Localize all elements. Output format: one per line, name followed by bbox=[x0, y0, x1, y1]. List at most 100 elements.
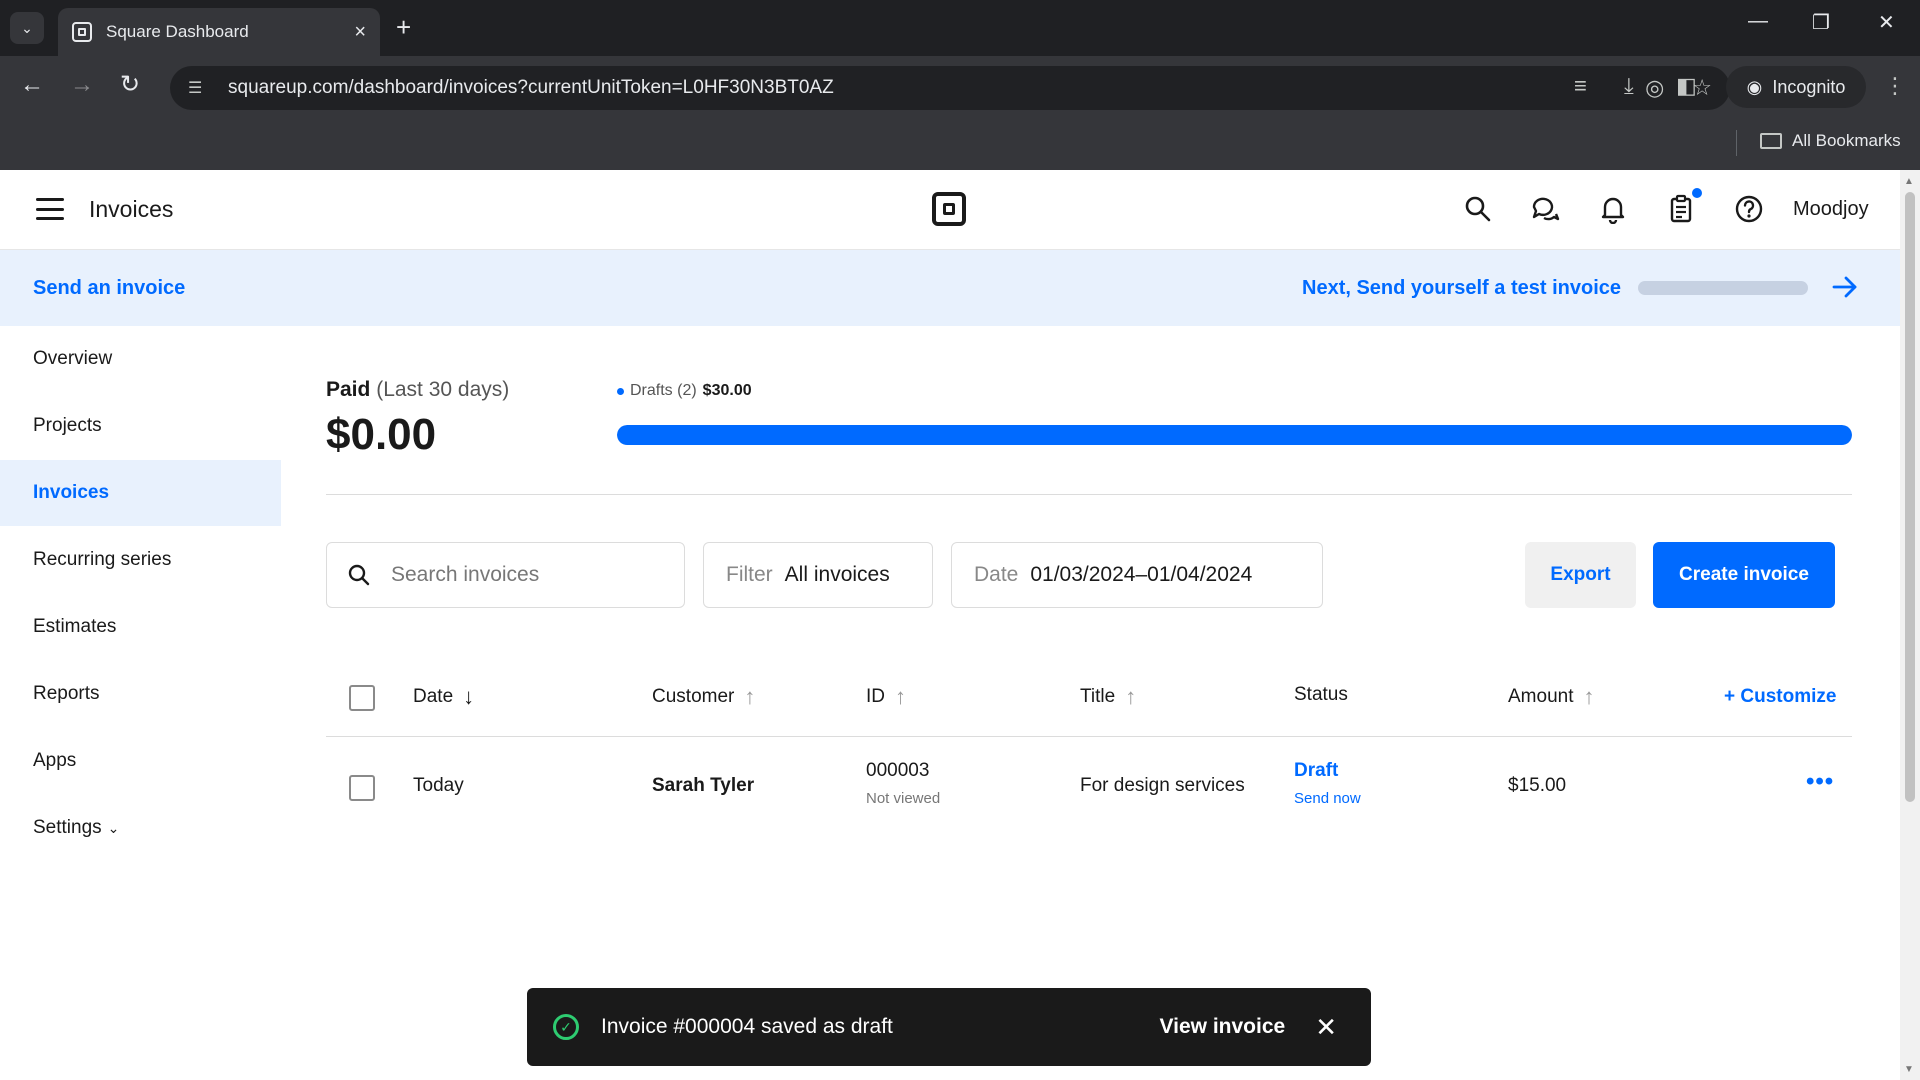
search-input[interactable] bbox=[391, 563, 671, 587]
row-amount: $15.00 bbox=[1508, 775, 1567, 796]
arrow-right-icon[interactable] bbox=[1830, 272, 1860, 302]
sidebar-item-estimates[interactable]: Estimates bbox=[0, 594, 281, 660]
sidebar-item-projects[interactable]: Projects bbox=[0, 393, 281, 459]
back-arrow-icon[interactable]: ← bbox=[20, 70, 44, 100]
send-now-link[interactable]: Send now bbox=[1294, 790, 1361, 807]
column-header-label: Status bbox=[1294, 684, 1348, 705]
send-invoice-link[interactable]: Send an invoice bbox=[33, 277, 185, 300]
row-date: Today bbox=[413, 775, 464, 796]
summary-divider bbox=[326, 494, 1852, 495]
column-header-label: Amount bbox=[1508, 686, 1574, 707]
scrollbar-thumb[interactable] bbox=[1905, 192, 1915, 802]
restore-icon[interactable]: ❐ bbox=[1812, 10, 1830, 35]
minimize-icon[interactable]: — bbox=[1748, 10, 1768, 33]
sort-arrow-up-icon: ↑ bbox=[1583, 684, 1595, 709]
row-status-badge[interactable]: Draft bbox=[1294, 760, 1338, 782]
filter-value: All invoices bbox=[784, 563, 890, 586]
forward-arrow-icon[interactable]: → bbox=[70, 70, 94, 100]
media-controls-icon[interactable]: ≡ bbox=[1574, 72, 1587, 100]
drafts-progress-track bbox=[617, 425, 1852, 445]
row-customer: Sarah Tyler bbox=[652, 775, 755, 796]
sidebar-item-label: Reports bbox=[33, 683, 100, 704]
sidebar-item-invoices[interactable]: Invoices bbox=[0, 460, 281, 526]
tab-search-chevron-icon[interactable]: ⌄ bbox=[10, 12, 44, 44]
column-header-title[interactable]: Title ↑ bbox=[1080, 684, 1136, 710]
clipboard-icon[interactable] bbox=[1666, 194, 1696, 224]
column-header-label: Date bbox=[413, 686, 454, 707]
sidebar-item-overview[interactable]: Overview bbox=[0, 326, 281, 392]
page-scrollbar[interactable]: ▲ ▼ bbox=[1900, 170, 1920, 1080]
column-header-label: ID bbox=[866, 686, 885, 707]
square-favicon-icon bbox=[72, 22, 92, 42]
scroll-up-icon[interactable]: ▲ bbox=[1904, 176, 1914, 187]
all-bookmarks[interactable]: All Bookmarks bbox=[1760, 131, 1901, 151]
onboarding-banner: Send an invoice Next, Send yourself a te… bbox=[0, 250, 1900, 326]
drafts-legend: Drafts (2) $30.00 bbox=[617, 382, 752, 400]
sort-arrow-up-icon: ↑ bbox=[1125, 684, 1137, 709]
incognito-label: Incognito bbox=[1772, 76, 1846, 97]
row-title: For design services bbox=[1080, 775, 1245, 796]
drafts-amount: $30.00 bbox=[702, 382, 752, 399]
bookmarks-separator bbox=[1736, 130, 1737, 156]
browser-tab-strip: ⌄ Square Dashboard × + — ❐ ✕ bbox=[0, 0, 1920, 56]
filter-dropdown[interactable]: Filter All invoices bbox=[703, 542, 933, 608]
sort-arrow-up-icon: ↑ bbox=[895, 684, 906, 709]
date-range-picker[interactable]: Date 01/03/2024–01/04/2024 bbox=[951, 542, 1323, 608]
window-close-icon[interactable]: ✕ bbox=[1878, 10, 1895, 35]
eye-off-icon[interactable]: ◎ bbox=[1645, 75, 1664, 101]
drafts-legend-dot bbox=[617, 387, 624, 395]
tab-close-icon[interactable]: × bbox=[354, 21, 366, 44]
hamburger-menu-icon[interactable] bbox=[36, 198, 64, 220]
view-invoice-button[interactable]: View invoice bbox=[1160, 1015, 1286, 1039]
column-header-status: Status bbox=[1294, 684, 1348, 706]
browser-menu-icon[interactable]: ⋮ bbox=[1884, 72, 1906, 100]
column-header-customer[interactable]: Customer ↑ bbox=[652, 684, 755, 710]
row-invoice-id: 000003 bbox=[866, 760, 930, 781]
sidebar-item-label: Recurring series bbox=[33, 549, 172, 570]
column-header-amount[interactable]: Amount ↑ bbox=[1508, 684, 1594, 710]
row-more-actions-icon[interactable]: ••• bbox=[1806, 768, 1834, 796]
account-name[interactable]: Moodjoy bbox=[1793, 198, 1869, 221]
sidebar-item-recurring-series[interactable]: Recurring series bbox=[0, 527, 281, 593]
search-icon[interactable] bbox=[1463, 194, 1493, 224]
browser-toolbar: ← → ↻ ☰ squareup.com/dashboard/invoices?… bbox=[0, 56, 1920, 118]
address-bar[interactable]: ☰ squareup.com/dashboard/invoices?curren… bbox=[170, 66, 1730, 110]
app-header: Invoices Moodjoy bbox=[0, 170, 1900, 250]
toast-notification: ✓ Invoice #000004 saved as draft View in… bbox=[527, 988, 1371, 1066]
column-header-date[interactable]: Date ↓ bbox=[413, 684, 474, 710]
messages-icon[interactable] bbox=[1530, 194, 1560, 224]
download-icon[interactable]: ⤓ bbox=[1624, 72, 1634, 100]
sidebar-item-label: Invoices bbox=[33, 482, 110, 503]
column-header-id[interactable]: ID ↑ bbox=[866, 684, 906, 710]
paid-label: Paid bbox=[326, 378, 371, 401]
reload-icon[interactable]: ↻ bbox=[120, 70, 140, 100]
search-field[interactable] bbox=[326, 542, 685, 608]
row-checkbox[interactable] bbox=[349, 775, 375, 801]
toast-close-icon[interactable]: ✕ bbox=[1315, 1012, 1337, 1043]
sidebar-item-apps[interactable]: Apps bbox=[0, 728, 281, 794]
side-panel-icon[interactable]: ◧ bbox=[1676, 72, 1697, 100]
chevron-down-icon: ⌄ bbox=[107, 819, 120, 836]
sort-arrow-down-icon: ↓ bbox=[463, 684, 475, 709]
sidebar-item-settings[interactable]: Settings ⌄ bbox=[0, 795, 281, 861]
scroll-down-icon[interactable]: ▼ bbox=[1904, 1064, 1914, 1075]
incognito-badge[interactable]: ◉ Incognito bbox=[1726, 66, 1866, 108]
notifications-bell-icon[interactable] bbox=[1598, 194, 1628, 224]
site-settings-icon[interactable]: ☰ bbox=[188, 78, 212, 98]
export-button[interactable]: Export bbox=[1525, 542, 1636, 608]
square-logo-icon[interactable] bbox=[932, 192, 966, 226]
sidebar-item-label: Settings bbox=[33, 817, 102, 838]
create-invoice-button[interactable]: Create invoice bbox=[1653, 542, 1835, 608]
customize-columns-link[interactable]: + Customize bbox=[1724, 686, 1836, 708]
paid-period: (Last 30 days) bbox=[376, 378, 510, 401]
sidebar-item-reports[interactable]: Reports bbox=[0, 661, 281, 727]
next-step-link[interactable]: Next, Send yourself a test invoice bbox=[1302, 277, 1621, 300]
drafts-progress-fill bbox=[617, 425, 1852, 445]
column-header-label: Customer bbox=[652, 686, 735, 707]
new-tab-plus-icon[interactable]: + bbox=[396, 12, 411, 42]
url-text: squareup.com/dashboard/invoices?currentU… bbox=[228, 77, 834, 98]
browser-tab[interactable]: Square Dashboard × bbox=[58, 8, 380, 56]
paid-summary-label: Paid (Last 30 days) bbox=[326, 378, 509, 402]
select-all-checkbox[interactable] bbox=[349, 685, 375, 711]
help-icon[interactable] bbox=[1734, 194, 1764, 224]
